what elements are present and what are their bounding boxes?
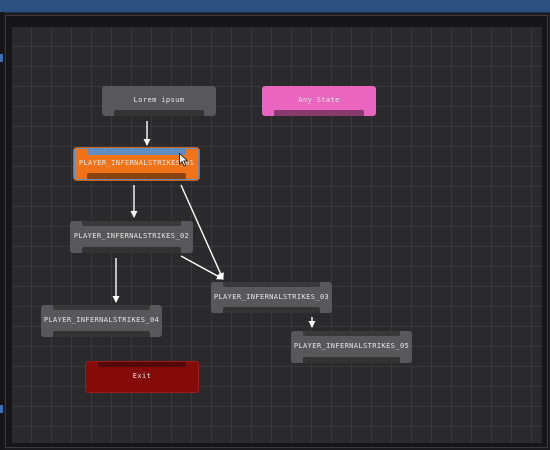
state-node-player-infernalstrikes-05[interactable]: PLAYER_INFERNALSTRIKES_05: [291, 331, 412, 363]
state-node-player-infernalstrikes-04[interactable]: PLAYER_INFERNALSTRIKES_04: [41, 305, 162, 337]
dock-marker: [0, 54, 3, 62]
state-node-label: PLAYER_INFERNALSTRIKES_02: [73, 232, 190, 240]
state-node-player-infernalstrikes-03[interactable]: PLAYER_INFERNALSTRIKES_03: [211, 282, 332, 313]
node-transition-slot: [53, 331, 150, 337]
node-transition-slot: [87, 173, 186, 179]
dock-marker: [0, 405, 3, 413]
node-header-slot: [87, 149, 186, 155]
state-node-label: PLAYER_INFERNALSTRIKES_03: [213, 292, 330, 301]
node-header-slot: [98, 362, 186, 367]
node-transition-slot: [82, 247, 181, 253]
window-title-bar: [0, 0, 550, 13]
state-node-label: PLAYER_INFERNALSTRIKES_04: [43, 316, 160, 324]
node-transition-slot: [303, 357, 400, 363]
node-transition-slot: [223, 307, 320, 313]
state-node-label: Exit: [132, 372, 152, 380]
state-node-label: Any State: [298, 96, 340, 104]
mouse-pointer-icon: [179, 153, 189, 167]
node-header-slot: [53, 305, 150, 310]
left-dock-edge: [0, 12, 4, 450]
node-transition-slot: [274, 110, 364, 116]
node-header-slot: [223, 282, 320, 287]
state-node-any-state[interactable]: Any State: [262, 86, 376, 116]
node-header-slot: [303, 331, 400, 336]
node-transition-slot: [114, 110, 204, 116]
node-header-slot: [82, 221, 181, 226]
state-node-player-infernalstrikes-02[interactable]: PLAYER_INFERNALSTRIKES_02: [70, 221, 193, 253]
state-node-lorem-ipsum[interactable]: Lorem ipsum: [102, 86, 216, 116]
state-node-exit[interactable]: Exit: [85, 361, 199, 393]
state-node-label: PLAYER_INFERNALSTRIKES_05: [293, 342, 410, 350]
state-node-label: Lorem ipsum: [133, 96, 185, 104]
